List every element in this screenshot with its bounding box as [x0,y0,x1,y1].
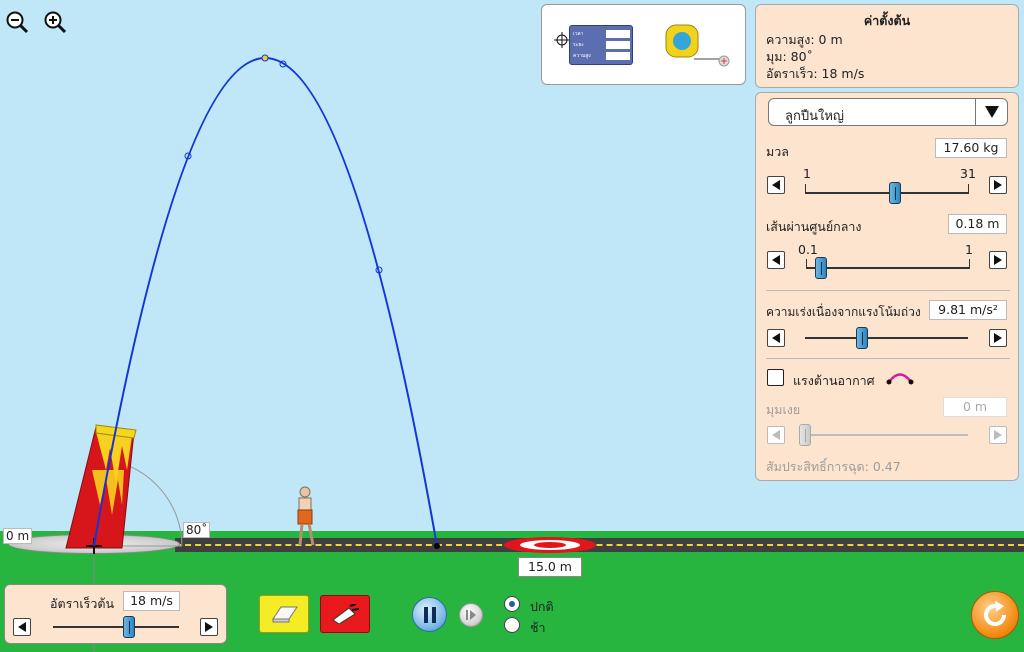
speed-normal-label: ปกติ [530,599,554,614]
mass-slider-track[interactable] [805,192,968,194]
diameter-slider-thumb[interactable] [814,257,827,279]
mass-min-label: 1 [803,166,811,181]
eraser-icon [272,606,298,623]
air-resistance-arc-icon [886,369,914,388]
altitude-label: มุมเงย [766,402,801,417]
altitude-decrease-button [767,426,785,444]
launch-speed-slider-track[interactable] [53,626,179,628]
target[interactable] [504,537,596,553]
speed-slow-radio[interactable] [504,617,520,633]
speed-normal-radio[interactable] [504,596,520,612]
time-tool-label: ความสูง [573,53,591,59]
time-tool[interactable]: เวลา ระยะ ความสูง [569,25,633,65]
tools-panel: เวลา ระยะ ความสูง [541,4,746,85]
initial-speed: อัตราเร็ว: 18 m/s [766,66,865,81]
projectile-select[interactable]: ลูกปืนใหญ่ [768,98,1008,126]
divider [766,358,1010,359]
zoom-in-button[interactable] [43,10,67,34]
cannon[interactable] [65,424,137,549]
diameter-value: 0.18 m [948,214,1007,234]
step-forward-icon [466,610,476,620]
divider [766,290,1010,291]
gravity-decrease-button[interactable] [767,329,785,347]
left-arrow-icon [772,430,780,440]
launch-speed-increase-button[interactable] [200,618,218,636]
diameter-increase-button[interactable] [989,251,1007,269]
eraser-button[interactable] [259,595,309,633]
target-distance-label[interactable]: 15.0 m [518,557,582,577]
mass-label: มวล [766,144,789,159]
initial-values-panel: ค่าตั้งต้น ความสูง: 0 m มุม: 80˚ อัตราเร… [755,4,1019,88]
crosshair-icon[interactable] [554,32,570,51]
air-resistance-label: แรงต้านอากาศ [793,373,875,388]
launch-speed-slider-thumb[interactable] [122,616,135,638]
altitude-value: 0 m [943,397,1007,417]
dropdown-arrow-icon[interactable] [975,99,1007,125]
mass-max-label: 31 [960,166,976,181]
right-arrow-icon [994,255,1002,265]
reset-button[interactable] [971,591,1019,639]
diameter-max-label: 1 [965,242,973,257]
right-arrow-icon [994,333,1002,343]
launch-angle-label: 80˚ [183,522,211,538]
step-button[interactable] [459,603,483,627]
initial-height: ความสูง: 0 m [766,32,843,47]
fire-button[interactable] [320,595,370,633]
diameter-min-label: 0.1 [798,242,818,257]
gravity-label: ความเร่งเนื่องจากแรงโน้มถ่วง [766,305,921,319]
launch-height-label[interactable]: 0 m [3,528,33,544]
launch-speed-panel: อัตราเร็วต้น 18 m/s [4,584,227,644]
diameter-label: เส้นผ่านศูนย์กลาง [766,219,862,234]
landing-point [434,543,440,549]
trajectory-markers [184,54,383,274]
zoom-out-button[interactable] [5,10,29,34]
gravity-slider-track[interactable] [805,337,968,339]
right-arrow-icon [205,622,213,632]
mass-decrease-button[interactable] [767,176,785,194]
gravity-slider-thumb[interactable] [856,327,869,349]
launch-speed-label: อัตราเร็วต้น [50,596,115,611]
mass-slider-thumb[interactable] [888,182,901,204]
altitude-slider-thumb [799,424,811,446]
gravity-value: 9.81 m/s² [929,300,1007,320]
air-resistance-checkbox[interactable] [767,369,784,386]
diameter-decrease-button[interactable] [767,251,785,269]
reference-person [297,486,315,546]
diameter-slider-track[interactable] [806,267,969,269]
altitude-increase-button [989,426,1007,444]
pause-button[interactable] [412,597,447,632]
trajectory-path [93,57,438,547]
launch-speed-value: 18 m/s [123,591,180,611]
time-tool-label: ระยะ [573,42,584,48]
right-arrow-icon [994,180,1002,190]
time-tool-label: เวลา [573,31,584,37]
zoom-out-icon [6,11,29,34]
mass-increase-button[interactable] [989,176,1007,194]
left-arrow-icon [772,255,780,265]
altitude-slider-track [805,434,968,436]
initial-values-title: ค่าตั้งต้น [863,13,911,28]
left-arrow-icon [772,180,780,190]
reset-icon [984,601,1006,626]
mass-value: 17.60 kg [935,138,1007,158]
right-arrow-icon [994,430,1002,440]
projectile-selected-value: ลูกปืนใหญ่ [785,109,844,124]
initial-angle: มุม: 80˚ [766,49,813,64]
drag-coefficient-label: สัมประสิทธิ์การฉุด: 0.47 [766,459,901,474]
tape-measure-icon[interactable] [664,23,734,74]
pause-icon [423,606,436,623]
left-arrow-icon [18,622,26,632]
launch-speed-decrease-button[interactable] [13,618,31,636]
left-arrow-icon [772,333,780,343]
controls-panel: ลูกปืนใหญ่ มวล 17.60 kg 1 31 เส้นผ่านศูน… [755,92,1019,481]
zoom-in-icon [44,11,67,34]
cannon-fire-icon [332,604,359,624]
gravity-increase-button[interactable] [989,329,1007,347]
speed-slow-label: ช้า [530,620,546,635]
